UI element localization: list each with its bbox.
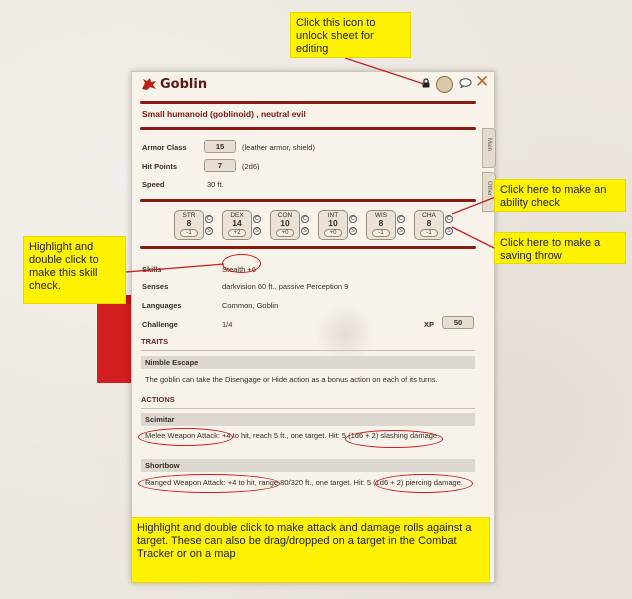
saving-throw-button-dex[interactable]: S <box>253 227 261 235</box>
creature-type: Small humanoid (goblinoid) , neutral evi… <box>142 109 306 119</box>
languages-value: Common, Goblin <box>222 301 279 310</box>
ability-score: 10 <box>280 218 290 228</box>
ranged-hit-oval <box>375 474 473 493</box>
chat-icon[interactable] <box>459 78 472 88</box>
skills-label: Skills <box>142 265 162 274</box>
armor-class-label: Armor Class <box>142 143 187 152</box>
ability-modifier: -1 <box>420 229 438 237</box>
ability-str: STR 8 -1 <box>174 210 204 240</box>
challenge-value: 1/4 <box>222 320 233 329</box>
melee-hit-oval <box>345 430 443 448</box>
hp-note: (2d6) <box>242 162 260 171</box>
speed-label: Speed <box>142 180 165 189</box>
ability-score: 8 <box>186 218 192 228</box>
abilities-bottom-divider <box>140 246 476 249</box>
title-bar: Goblin ✕ <box>132 72 494 98</box>
hit-points-field[interactable]: 7 <box>204 159 236 172</box>
close-button[interactable]: ✕ <box>475 72 489 92</box>
portrait-icon[interactable] <box>436 76 453 93</box>
trait-name: Nimble Escape <box>141 356 475 369</box>
abilities-top-divider <box>140 199 476 202</box>
ability-wis: WIS 8 -1 <box>366 210 396 240</box>
tab-other-label: Other <box>486 181 492 197</box>
actions-header: ACTIONS <box>141 395 475 409</box>
ability-modifier: +0 <box>276 229 294 237</box>
languages-label: Languages <box>142 301 182 310</box>
xp-label: XP <box>424 320 435 329</box>
callout-unlock: Click this icon to unlock sheet for edit… <box>290 12 411 58</box>
creature-name: Goblin <box>160 77 208 92</box>
action-shortbow-name: Shortbow <box>141 459 475 472</box>
senses-value: darkvision 60 ft., passive Perception 9 <box>222 282 349 291</box>
saving-throw-button-con[interactable]: S <box>301 227 309 235</box>
ability-modifier: +2 <box>228 229 246 237</box>
traits-header: TRAITS <box>141 337 475 351</box>
ability-con: CON 10 +0 <box>270 210 300 240</box>
armor-class-field[interactable]: 15 <box>204 140 236 153</box>
ranged-attack-oval <box>138 474 280 493</box>
trait-text: The goblin can take the Disengage or Hid… <box>145 375 438 384</box>
callout-attack-rolls: Highlight and double click to make attac… <box>131 517 490 583</box>
ampersand-watermark <box>315 304 375 364</box>
ability-check-button-con[interactable]: C <box>301 215 309 223</box>
dragon-icon <box>142 78 156 90</box>
ability-dex: DEX 14 +2 <box>222 210 252 240</box>
saving-throw-button-wis[interactable]: S <box>397 227 405 235</box>
ability-check-button-str[interactable]: C <box>205 215 213 223</box>
challenge-label: Challenge <box>142 320 178 329</box>
ability-check-button-cha[interactable]: C <box>445 215 453 223</box>
ability-check-button-int[interactable]: C <box>349 215 357 223</box>
saving-throw-button-str[interactable]: S <box>205 227 213 235</box>
armor-note: (leather armor, shield) <box>242 143 315 152</box>
ability-modifier: -1 <box>372 229 390 237</box>
lock-icon[interactable] <box>421 78 431 88</box>
subtitle-divider <box>140 127 476 130</box>
header-divider <box>140 101 476 104</box>
ability-score: 14 <box>232 218 242 228</box>
callout-ability-check: Click here to make an ability check <box>494 179 626 212</box>
saving-throw-button-int[interactable]: S <box>349 227 357 235</box>
speed-value: 30 ft. <box>207 180 224 189</box>
callout-skill-check: Highlight and double click to make this … <box>23 236 126 304</box>
action-scimitar-name: Scimitar <box>141 413 475 426</box>
tab-main-label: Main <box>486 138 492 152</box>
senses-label: Senses <box>142 282 169 291</box>
callout-saving-throw: Click here to make a saving throw <box>494 232 626 264</box>
ability-modifier: +0 <box>324 229 342 237</box>
ability-score: 8 <box>426 218 432 228</box>
ability-score: 8 <box>378 218 384 228</box>
hit-points-label: Hit Points <box>142 162 177 171</box>
skill-highlight-oval <box>222 254 261 273</box>
npc-sheet-window: Goblin ✕ Small humanoid (goblinoid) , ne… <box>131 71 496 583</box>
ability-modifier: -1 <box>180 229 198 237</box>
ability-check-button-dex[interactable]: C <box>253 215 261 223</box>
ability-check-button-wis[interactable]: C <box>397 215 405 223</box>
ability-int: INT 10 +0 <box>318 210 348 240</box>
ability-cha: CHA 8 -1 <box>414 210 444 240</box>
melee-attack-oval <box>138 428 233 446</box>
ability-score: 10 <box>328 218 338 228</box>
xp-field[interactable]: 50 <box>442 316 474 329</box>
saving-throw-button-cha[interactable]: S <box>445 227 453 235</box>
